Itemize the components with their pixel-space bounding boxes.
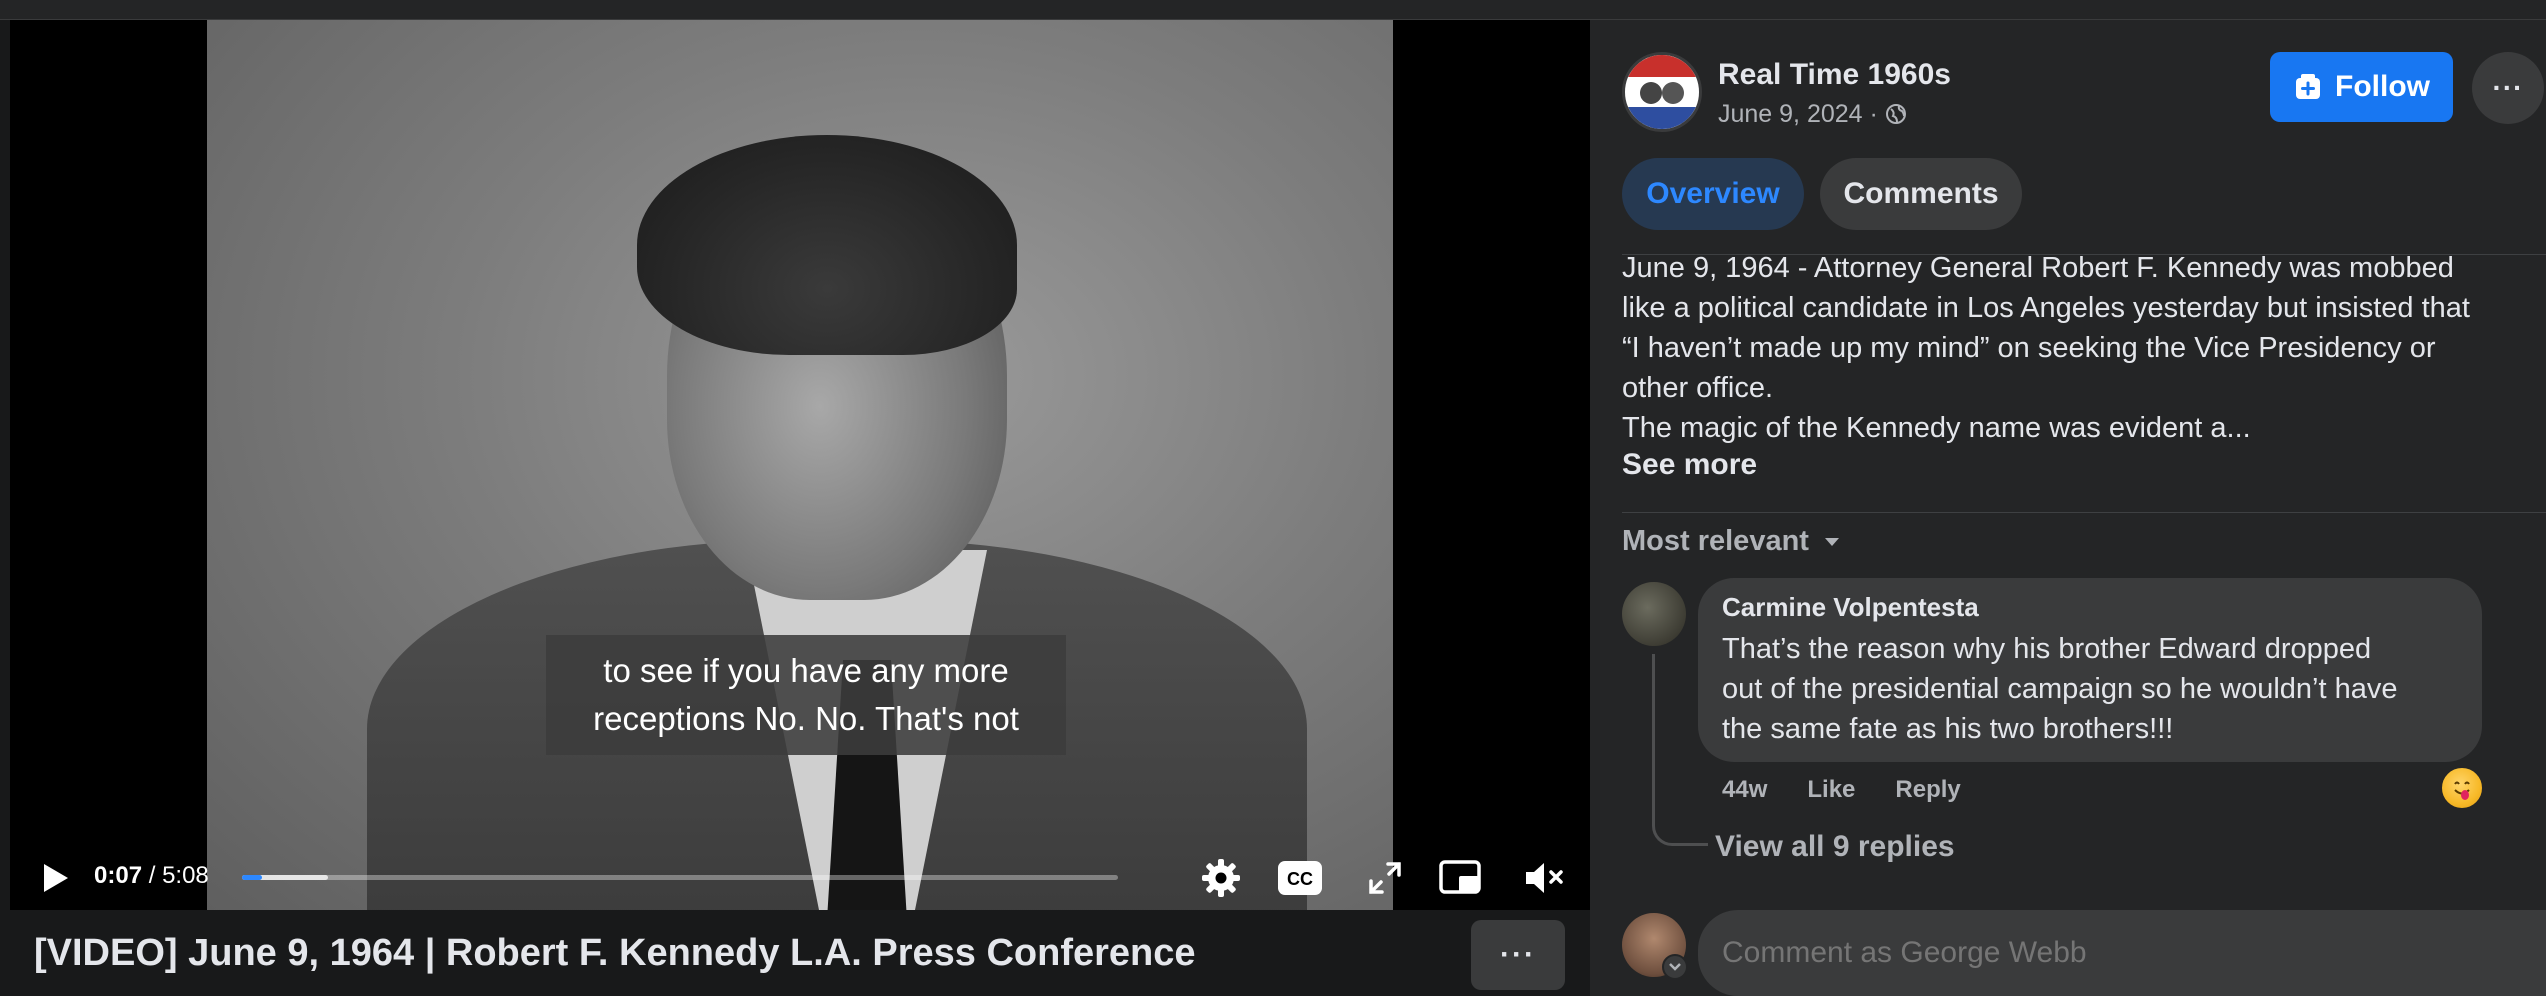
page-name-link[interactable]: Real Time 1960s	[1718, 58, 1951, 92]
comment-text-line: out of the presidential campaign so he w…	[1722, 673, 2398, 705]
description-line: The magic of the Kennedy name was eviden…	[1622, 412, 2251, 444]
caption-line-2: receptions No. No. That's not	[593, 700, 1019, 737]
caret-down-icon	[1824, 537, 1839, 546]
reaction-emoji-icon[interactable]	[2440, 766, 2484, 810]
view-all-replies-link[interactable]: View all 9 replies	[1715, 830, 1955, 864]
tab-overview[interactable]: Overview	[1622, 158, 1804, 230]
picture-in-picture-icon	[1439, 860, 1481, 894]
post-date-text: June 9, 2024 ·	[1718, 100, 1885, 128]
video-player[interactable]: AP to see if you have any more reception…	[10, 20, 1590, 910]
video-more-options-button[interactable]: ···	[1471, 920, 1565, 990]
duration: 5:08	[162, 862, 209, 889]
captions-button[interactable]: CC	[1276, 854, 1324, 902]
comment-input[interactable]	[1698, 910, 2546, 996]
globe-icon	[1885, 104, 1906, 124]
post-description: June 9, 1964 - Attorney General Robert F…	[1622, 248, 2522, 448]
video-title: [VIDEO] June 9, 1964 | Robert F. Kennedy…	[34, 932, 1196, 974]
post-side-panel: Real Time 1960s June 9, 2024 · Follow ··…	[1590, 20, 2546, 996]
comment-author-link[interactable]: Carmine Volpentesta	[1722, 592, 2458, 623]
comment-text-line: the same fate as his two brothers!!!	[1722, 713, 2174, 745]
see-more-link[interactable]: See more	[1622, 448, 1757, 482]
video-subject-hair	[637, 135, 1017, 355]
comment-bubble: Carmine Volpentesta That’s the reason wh…	[1698, 578, 2482, 762]
follow-button[interactable]: Follow	[2270, 52, 2453, 122]
current-time: 0:07	[94, 862, 143, 889]
play-icon	[44, 864, 68, 892]
mute-button[interactable]	[1520, 854, 1568, 902]
caption-line-1: to see if you have any more	[603, 652, 1009, 689]
progress-bar[interactable]	[242, 875, 1118, 880]
follow-label: Follow	[2335, 70, 2430, 103]
avatar-switch-chevron[interactable]	[1662, 954, 1688, 980]
fullscreen-button[interactable]	[1361, 854, 1409, 902]
time-separator: /	[142, 862, 163, 889]
tab-comments[interactable]: Comments	[1820, 158, 2022, 230]
follow-page-icon	[2296, 74, 2320, 99]
played-bar	[242, 875, 262, 880]
sort-label: Most relevant	[1622, 525, 1809, 557]
picture-in-picture-button[interactable]	[1436, 854, 1484, 902]
chevron-down-icon	[1669, 963, 1681, 971]
gear-icon	[1202, 859, 1240, 897]
like-comment-button[interactable]: Like	[1807, 776, 1855, 803]
page-avatar[interactable]	[1622, 52, 1702, 132]
video-frame[interactable]: AP	[207, 20, 1393, 910]
top-bar	[0, 0, 2546, 20]
description-line: like a political candidate in Los Angele…	[1622, 292, 2470, 324]
comment-meta: 44w Like Reply	[1722, 776, 2001, 804]
campaign-button-logo	[1625, 55, 1699, 129]
expand-icon	[1369, 862, 1401, 894]
closed-captions-icon: CC	[1278, 861, 1322, 895]
description-line: June 9, 1964 - Attorney General Robert F…	[1622, 252, 2454, 284]
speaker-muted-icon	[1526, 863, 1563, 893]
reply-comment-button[interactable]: Reply	[1895, 776, 1960, 803]
divider-comments	[1622, 512, 2546, 513]
yum-face-icon	[2454, 781, 2470, 800]
commenter-avatar[interactable]	[1622, 582, 1686, 646]
comment-sort-dropdown[interactable]: Most relevant	[1622, 525, 1841, 558]
comment-text: That’s the reason why his brother Edward…	[1722, 629, 2458, 749]
post-date: June 9, 2024 ·	[1718, 100, 1907, 129]
time-display: 0:07 / 5:08	[94, 862, 209, 890]
post-more-options-button[interactable]: ···	[2472, 52, 2544, 124]
video-controls: 0:07 / 5:08 CC	[10, 840, 1590, 910]
description-line: other office.	[1622, 372, 1774, 404]
settings-gear-button[interactable]	[1197, 854, 1245, 902]
comment-age-link[interactable]: 44w	[1722, 776, 1767, 803]
svg-text:CC: CC	[1287, 869, 1313, 889]
play-button[interactable]	[34, 858, 74, 898]
video-caption: to see if you have any more receptions N…	[546, 635, 1066, 755]
description-line: “I haven’t made up my mind” on seeking t…	[1622, 332, 2436, 364]
comment-text-line: That’s the reason why his brother Edward…	[1722, 633, 2372, 665]
